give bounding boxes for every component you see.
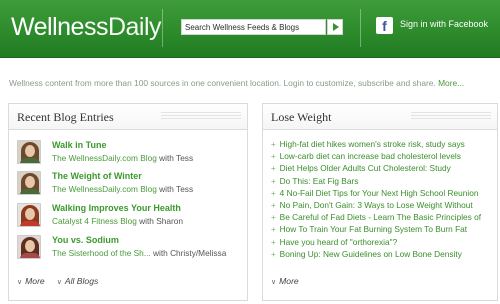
panel-title: Lose Weight bbox=[271, 110, 332, 124]
tagline-more-link[interactable]: More... bbox=[438, 78, 464, 88]
blog-source-link[interactable]: The WellnessDaily.com Blog bbox=[52, 184, 157, 194]
blog-source-link[interactable]: The WellnessDaily.com Blog bbox=[52, 153, 157, 163]
blog-title-link[interactable]: You vs. Sodium bbox=[52, 235, 119, 245]
more-link[interactable]: More bbox=[279, 276, 299, 286]
blog-source-link[interactable]: Catalyst 4 Fitness Blog bbox=[52, 216, 137, 226]
blog-author: with Tess bbox=[156, 184, 194, 194]
panel-footer-links: ∨ More ∨ All Blogs bbox=[17, 276, 110, 286]
list-item-link[interactable]: How To Train Your Fat Burning System To … bbox=[280, 224, 467, 234]
blog-entry: You vs. Sodium The Sisterhood of the Sh.… bbox=[17, 234, 245, 262]
list-item-link[interactable]: Boning Up: New Guidelines on Low Bone De… bbox=[280, 249, 462, 259]
list-item[interactable]: + How To Train Your Fat Burning System To… bbox=[271, 224, 495, 236]
list-item[interactable]: + Diet Helps Older Adults Cut Cholesterol… bbox=[271, 163, 495, 175]
header-divider bbox=[360, 9, 361, 47]
plus-icon: + bbox=[271, 249, 276, 259]
panel-title: Recent Blog Entries bbox=[17, 110, 114, 124]
list-item-link[interactable]: Low-carb diet can increase bad cholester… bbox=[280, 151, 461, 161]
chevron-down-icon: ∨ bbox=[56, 279, 62, 286]
lose-weight-panel: Lose Weight + High-fat diet hikes women's… bbox=[262, 103, 498, 301]
all-blogs-link[interactable]: All Blogs bbox=[65, 276, 98, 286]
tagline-text: Wellness content from more than 100 sour… bbox=[9, 78, 439, 88]
blog-author: with Tess bbox=[156, 153, 194, 163]
plus-icon: + bbox=[271, 152, 276, 162]
arrow-right-icon bbox=[333, 23, 339, 31]
list-item-link[interactable]: High-fat diet hikes women's stroke risk,… bbox=[280, 139, 465, 149]
search-button[interactable] bbox=[327, 19, 343, 35]
avatar[interactable] bbox=[17, 203, 41, 227]
header-decoration bbox=[161, 112, 241, 121]
plus-icon: + bbox=[271, 225, 276, 235]
blog-source: The WellnessDaily.com Blog with Tess bbox=[52, 153, 193, 163]
list-item-link[interactable]: Have you heard of "orthorexia"? bbox=[280, 237, 398, 247]
facebook-signin-button[interactable]: f Sign in with Facebook bbox=[376, 17, 494, 37]
list-item[interactable]: + No Pain, Don't Gain: 3 Ways to Lose Wei… bbox=[271, 200, 495, 212]
logo-wellness: Wellness bbox=[11, 13, 108, 41]
more-link[interactable]: More bbox=[25, 276, 45, 286]
header-divider bbox=[162, 9, 163, 47]
recent-blog-entries-panel: Recent Blog Entries Walk in Tune The Wel… bbox=[8, 103, 248, 301]
plus-icon: + bbox=[271, 213, 276, 223]
logo-daily: Daily bbox=[107, 13, 162, 41]
avatar[interactable] bbox=[17, 171, 41, 195]
blog-title-link[interactable]: Walking Improves Your Health bbox=[52, 203, 181, 213]
blog-source-link[interactable]: The Sisterhood of the Sh... bbox=[52, 248, 151, 258]
facebook-icon: f bbox=[376, 17, 393, 34]
blog-title-link[interactable]: The Weight of Winter bbox=[52, 171, 142, 181]
list-item[interactable]: + Have you heard of "orthorexia"? bbox=[271, 237, 495, 249]
plus-icon: + bbox=[271, 164, 276, 174]
panel-footer-links: ∨ More bbox=[271, 276, 299, 286]
lose-weight-list: + High-fat diet hikes women's stroke risk… bbox=[271, 139, 495, 261]
site-tagline: Wellness content from more than 100 sour… bbox=[9, 78, 464, 88]
panel-header: Lose Weight bbox=[263, 104, 497, 130]
plus-icon: + bbox=[271, 176, 276, 186]
list-item-link[interactable]: No Pain, Don't Gain: 3 Ways to Lose Weig… bbox=[280, 200, 473, 210]
list-item[interactable]: +4 No-Fail Diet Tips for Your Next High … bbox=[271, 188, 495, 200]
site-header: WellnessDaily f Sign in with Facebook bbox=[0, 0, 500, 58]
chevron-down-icon: ∨ bbox=[17, 279, 23, 286]
list-item-link[interactable]: Diet Helps Older Adults Cut Cholesterol:… bbox=[280, 163, 451, 173]
blog-source: The WellnessDaily.com Blog with Tess bbox=[52, 184, 193, 194]
blog-source: Catalyst 4 Fitness Blog with Sharon bbox=[52, 216, 183, 226]
plus-icon: + bbox=[271, 237, 276, 247]
list-item-link[interactable]: Be Careful of Fad Diets - Learn The Basi… bbox=[280, 212, 481, 222]
list-item-link[interactable]: 4 No-Fail Diet Tips for Your Next High S… bbox=[280, 188, 479, 198]
panel-header: Recent Blog Entries bbox=[9, 104, 247, 130]
blog-title-link[interactable]: Walk in Tune bbox=[52, 140, 107, 150]
search-input[interactable] bbox=[181, 19, 326, 35]
list-item[interactable]: + Do This: Eat Fig Bars bbox=[271, 176, 495, 188]
list-item[interactable]: + High-fat diet hikes women's stroke risk… bbox=[271, 139, 495, 151]
blog-entry: Walking Improves Your Health Catalyst 4 … bbox=[17, 202, 245, 230]
blog-author: with Christy/Melissa bbox=[150, 248, 227, 258]
plus-icon: + bbox=[271, 188, 276, 198]
avatar[interactable] bbox=[17, 235, 41, 259]
search-box bbox=[181, 19, 344, 35]
site-logo[interactable]: WellnessDaily bbox=[11, 12, 162, 42]
plus-icon: + bbox=[271, 200, 276, 210]
list-item[interactable]: + Low-carb diet can increase bad choleste… bbox=[271, 151, 495, 163]
list-item-link[interactable]: Do This: Eat Fig Bars bbox=[280, 176, 359, 186]
header-decoration bbox=[411, 112, 491, 121]
blog-source: The Sisterhood of the Sh... with Christy… bbox=[52, 248, 226, 258]
blog-author: with Sharon bbox=[136, 216, 183, 226]
facebook-signin-label: Sign in with Facebook bbox=[400, 19, 489, 29]
list-item[interactable]: + Be Careful of Fad Diets - Learn The Bas… bbox=[271, 212, 495, 224]
list-item[interactable]: + Boning Up: New Guidelines on Low Bone D… bbox=[271, 249, 495, 261]
blog-entry: The Weight of Winter The WellnessDaily.c… bbox=[17, 170, 245, 198]
chevron-down-icon: ∨ bbox=[271, 279, 277, 286]
avatar[interactable] bbox=[17, 140, 41, 164]
blog-entry: Walk in Tune The WellnessDaily.com Blog … bbox=[17, 139, 245, 167]
plus-icon: + bbox=[271, 140, 276, 149]
